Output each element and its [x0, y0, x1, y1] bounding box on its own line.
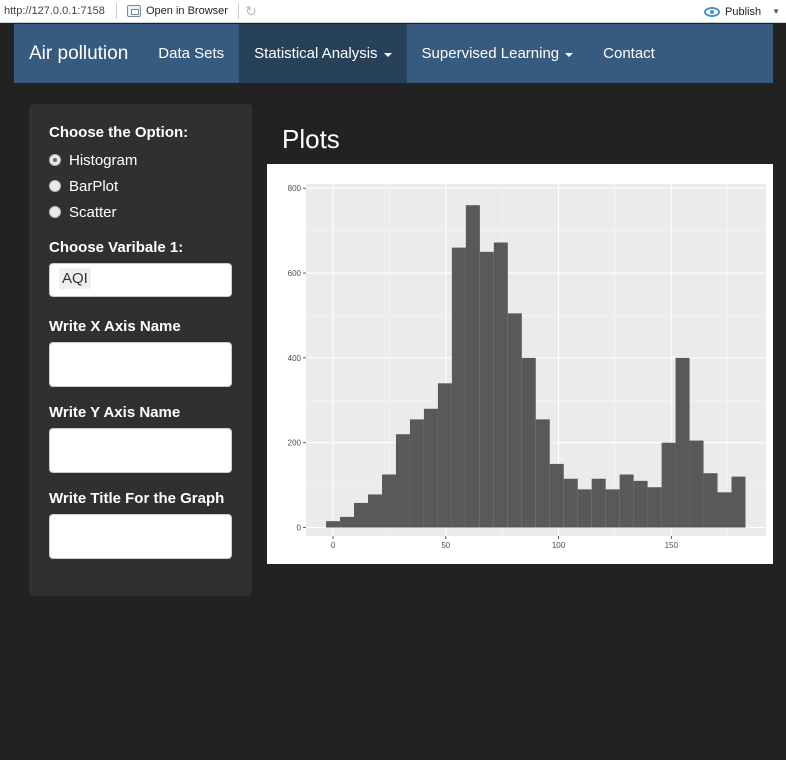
nav-statistical-analysis-label: Statistical Analysis [254, 45, 378, 62]
histogram-bar [647, 487, 662, 528]
histogram-bar [577, 489, 592, 528]
yaxis-input[interactable] [49, 428, 232, 473]
histogram-bar [717, 492, 732, 528]
y-tick-label: 600 [288, 269, 302, 278]
publish-button[interactable]: Publish ▼ [704, 0, 780, 23]
y-tick-label: 200 [288, 439, 302, 448]
radio-button-checked[interactable] [49, 154, 61, 166]
page-title: Plots [282, 124, 340, 154]
histogram-bar [661, 442, 676, 528]
var1-selected-value: AQI [59, 268, 91, 289]
navbar-brand[interactable]: Air pollution [14, 24, 143, 83]
histogram-bar [465, 205, 480, 528]
nav-contact[interactable]: Contact [588, 24, 670, 83]
nav-data-sets-label: Data Sets [158, 45, 225, 62]
histogram-bar [409, 419, 424, 528]
open-in-browser-label: Open in Browser [146, 5, 228, 17]
histogram-bar [549, 463, 564, 528]
radio-button[interactable] [49, 180, 61, 192]
histogram-bar [731, 476, 746, 528]
histogram-bar [451, 247, 466, 528]
histogram-plot: 0 200 400 600 800 0 50 100 150 [267, 164, 773, 564]
histogram-bar [326, 521, 341, 528]
radio-scatter-label: Scatter [69, 203, 117, 221]
chevron-down-icon: ▼ [772, 7, 780, 16]
navbar: Air pollution Data Sets Statistical Anal… [14, 24, 773, 83]
graph-title-input[interactable] [49, 514, 232, 559]
histogram-bar [423, 408, 438, 528]
toolbar-divider [116, 3, 117, 19]
caret-down-icon [383, 52, 392, 57]
histogram-bar [703, 473, 718, 528]
yaxis-label: Write Y Axis Name [49, 404, 181, 421]
histogram-bar [521, 357, 536, 528]
open-in-browser-button[interactable]: Open in Browser [121, 5, 234, 17]
histogram-bar [381, 474, 396, 528]
viewer-toolbar: http://127.0.0.1:7158 Open in Browser ↻ … [0, 0, 786, 23]
toolbar-divider [237, 3, 239, 19]
radio-barplot-label: BarPlot [69, 177, 119, 195]
nav-supervised-learning-label: Supervised Learning [421, 45, 560, 62]
xaxis-label: Write X Axis Name [49, 318, 181, 335]
publish-label: Publish [725, 5, 762, 18]
nav-data-sets[interactable]: Data Sets [143, 24, 239, 83]
x-tick-label: 100 [552, 541, 566, 550]
histogram-bar [605, 489, 620, 528]
nav-supervised-learning[interactable]: Supervised Learning [407, 24, 589, 83]
histogram-bar [689, 440, 704, 528]
refresh-icon[interactable]: ↻ [243, 3, 259, 19]
nav-contact-label: Contact [603, 45, 655, 62]
histogram-bar [507, 313, 522, 528]
browser-icon [127, 5, 141, 17]
var1-label: Choose Varibale 1: [49, 239, 184, 256]
publish-icon [704, 6, 720, 17]
caret-down-icon [565, 52, 574, 57]
y-tick-label: 0 [297, 524, 302, 533]
histogram-bar [395, 434, 410, 528]
x-tick-label: 0 [331, 541, 336, 550]
histogram-bar [368, 494, 382, 528]
histogram-bar [563, 478, 578, 528]
xaxis-input[interactable] [49, 342, 232, 387]
histogram-bar [340, 516, 355, 528]
histogram-bar [675, 357, 690, 528]
radio-scatter[interactable]: Scatter [49, 199, 232, 225]
nav-statistical-analysis[interactable]: Statistical Analysis [239, 24, 407, 83]
histogram-bar [493, 242, 508, 528]
histogram-bar [354, 502, 369, 528]
radio-histogram[interactable]: Histogram [49, 147, 232, 173]
histogram-bar [535, 419, 550, 528]
option-radio-group: Histogram BarPlot Scatter [49, 147, 232, 225]
histogram-bar [479, 251, 494, 528]
y-tick-label: 800 [288, 184, 302, 193]
radio-barplot[interactable]: BarPlot [49, 173, 232, 199]
var1-select[interactable]: AQI [49, 263, 232, 297]
x-tick-label: 50 [441, 541, 450, 550]
viewer-url[interactable]: http://127.0.0.1:7158 [0, 5, 112, 17]
graph-title-label: Write Title For the Graph [49, 490, 225, 507]
histogram-svg: 0 200 400 600 800 0 50 100 150 [288, 184, 766, 550]
option-label: Choose the Option: [49, 124, 189, 141]
radio-button[interactable] [49, 206, 61, 218]
x-tick-label: 150 [665, 541, 679, 550]
histogram-bar [633, 480, 648, 528]
histogram-bar [591, 478, 606, 528]
y-tick-label: 400 [288, 354, 302, 363]
histogram-bar [619, 474, 634, 528]
sidebar-panel: Choose the Option: Histogram BarPlot Sca… [29, 104, 252, 596]
histogram-bar [437, 383, 452, 528]
radio-histogram-label: Histogram [69, 151, 138, 169]
